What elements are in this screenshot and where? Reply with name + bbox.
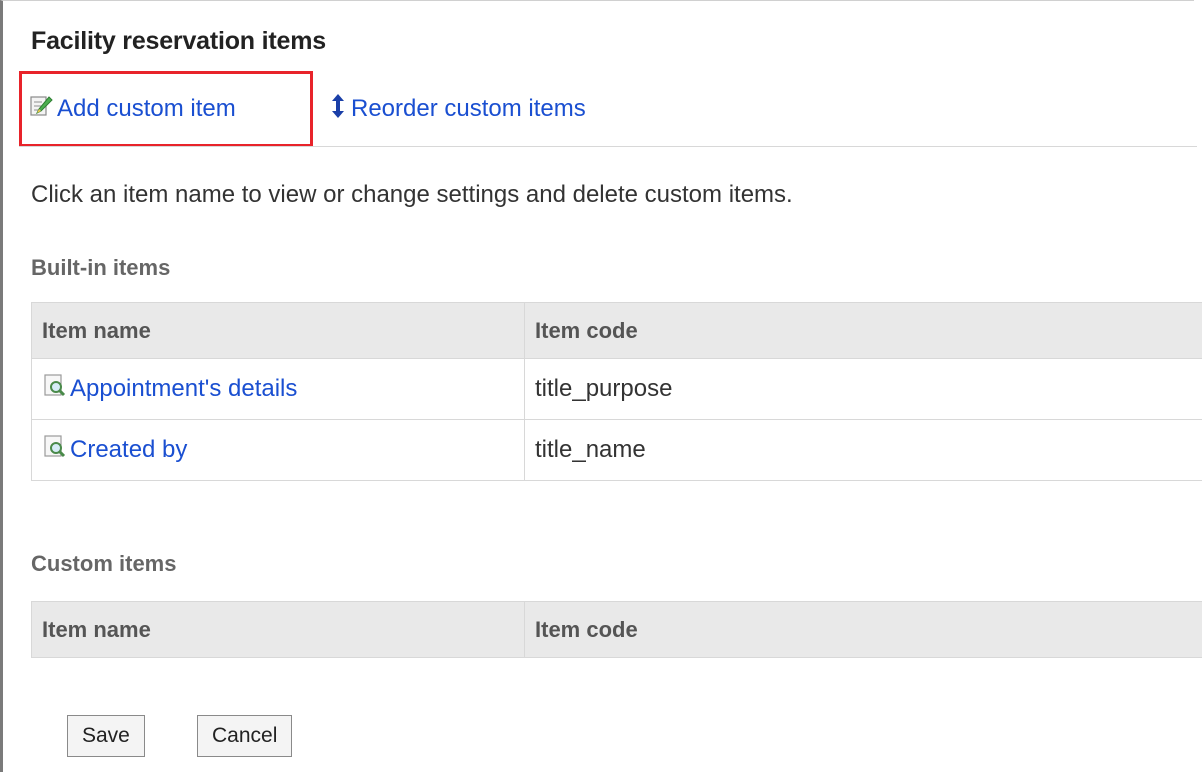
- table-row: Appointment's details title_purpose: [31, 358, 1202, 420]
- item-name-cell: Appointment's details: [31, 358, 525, 420]
- column-header-item-name: Item name: [31, 601, 525, 658]
- custom-items-heading: Custom items: [31, 551, 177, 576]
- instruction-text: Click an item name to view or change set…: [31, 181, 793, 208]
- item-code-cell: title_name: [524, 419, 1202, 481]
- magnifier-document-icon: [42, 373, 68, 406]
- edit-pencil-icon: [29, 94, 53, 125]
- table-header-row: Item name Item code: [31, 302, 1202, 359]
- item-link-appointments-details[interactable]: Appointment's details: [42, 373, 297, 406]
- menu-bar: Add custom item: [29, 87, 236, 131]
- item-code-cell: title_purpose: [524, 358, 1202, 420]
- save-button[interactable]: Save: [67, 715, 145, 757]
- menu-divider: [19, 146, 1197, 147]
- builtin-items-table: Item name Item code Appointment's detail…: [31, 302, 1202, 481]
- reorder-custom-items-link[interactable]: Reorder custom items: [329, 93, 586, 126]
- up-down-arrow-icon: [329, 93, 347, 126]
- item-link-created-by[interactable]: Created by: [42, 434, 187, 467]
- column-header-item-code: Item code: [524, 601, 1202, 658]
- item-name-label: Appointment's details: [70, 375, 298, 402]
- item-name-label: Created by: [70, 436, 188, 463]
- item-name-cell: Created by: [31, 419, 525, 481]
- reorder-custom-items-label: Reorder custom items: [351, 95, 586, 122]
- custom-items-table: Item name Item code: [31, 601, 1202, 658]
- builtin-items-heading: Built-in items: [31, 255, 171, 280]
- add-custom-item-label: Add custom item: [57, 95, 236, 122]
- magnifier-document-icon: [42, 434, 68, 467]
- page-title: Facility reservation items: [31, 27, 326, 55]
- cancel-button[interactable]: Cancel: [197, 715, 293, 757]
- column-header-item-name: Item name: [31, 302, 525, 359]
- column-header-item-code: Item code: [524, 302, 1202, 359]
- main-panel: Facility reservation items Add custom it…: [0, 0, 1202, 772]
- reorder-menu: Reorder custom items: [329, 87, 586, 131]
- table-row: Created by title_name: [31, 419, 1202, 481]
- add-custom-item-link[interactable]: Add custom item: [29, 94, 236, 125]
- table-header-row: Item name Item code: [31, 601, 1202, 658]
